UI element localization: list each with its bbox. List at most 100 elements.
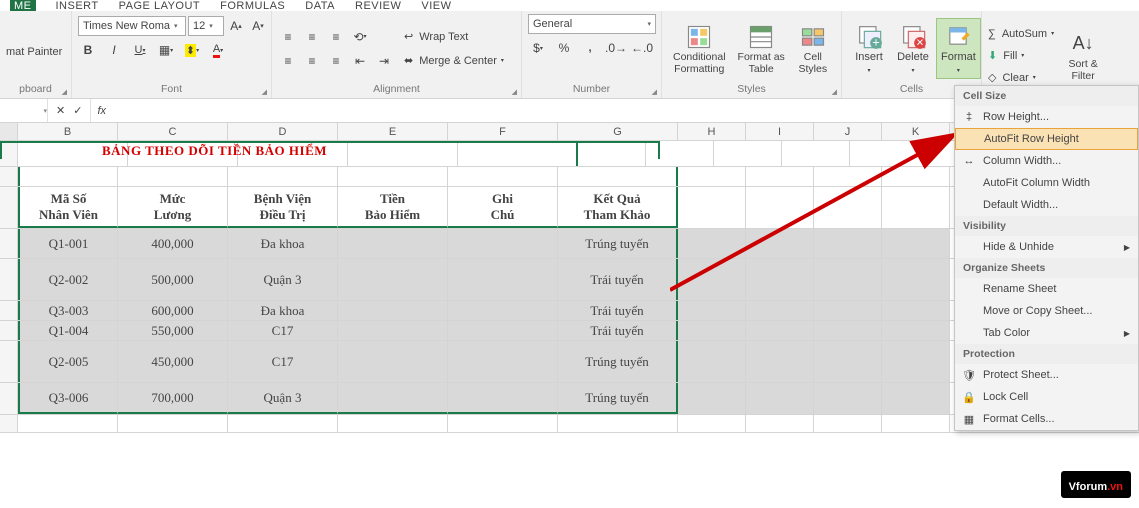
tab-view[interactable]: VIEW [421,0,451,12]
cell[interactable] [746,383,814,414]
cell[interactable]: 550,000 [118,321,228,340]
cell[interactable]: C17 [228,341,338,382]
align-right-icon[interactable]: ≡ [326,51,346,71]
delete-button[interactable]: ×Delete▾ [892,18,934,78]
currency-icon[interactable]: $ ▾ [528,38,548,58]
cell[interactable] [338,301,448,320]
cell[interactable]: 600,000 [118,301,228,320]
cell[interactable]: Q3-006 [18,383,118,414]
cell[interactable]: Đa khoa [228,229,338,258]
col-header[interactable]: H [678,123,746,140]
tab-formulas[interactable]: FORMULAS [220,0,285,12]
tab-insert[interactable]: INSERT [56,0,99,12]
cell[interactable] [814,341,882,382]
cell[interactable] [882,301,950,320]
col-header[interactable]: B [18,123,118,140]
cell[interactable]: Q2-002 [18,259,118,300]
cell[interactable] [678,321,746,340]
cell[interactable]: Mã Số Nhân Viên [18,187,118,228]
indent-dec-icon[interactable]: ⇤ [350,51,370,71]
cell[interactable]: Trái tuyến [558,301,678,320]
col-header[interactable]: E [338,123,448,140]
cell[interactable] [448,321,558,340]
cell[interactable] [678,383,746,414]
cell[interactable] [448,301,558,320]
cell[interactable] [558,167,678,186]
cell[interactable] [746,259,814,300]
tab-data[interactable]: DATA [305,0,335,12]
borders-icon[interactable]: ▦ ▾ [156,40,176,60]
cell[interactable]: Kết Quả Tham Khảo [558,187,678,228]
cell-styles-button[interactable]: Cell Styles [792,19,834,78]
cell[interactable]: Mức Lương [118,187,228,228]
underline-icon[interactable]: U ▾ [130,40,150,60]
cell[interactable]: 500,000 [118,259,228,300]
cell[interactable] [18,167,118,186]
cell[interactable] [338,167,448,186]
align-left-icon[interactable]: ≡ [278,51,298,71]
col-header[interactable]: K [882,123,950,140]
cell[interactable] [118,167,228,186]
cell[interactable] [882,341,950,382]
cell[interactable]: Q3-003 [18,301,118,320]
menu-protect-sheet[interactable]: 🛡Protect Sheet... [955,364,1138,386]
cell[interactable] [338,383,448,414]
menu-autofit-col-width[interactable]: AutoFit Column Width [955,172,1138,194]
italic-icon[interactable]: I [104,40,124,60]
col-header[interactable]: F [448,123,558,140]
cell[interactable] [882,187,950,228]
tab-review[interactable]: REVIEW [355,0,401,12]
cell[interactable]: BẢNG THEO DÕI TIỀN BẢO HIỂM [0,141,660,159]
cell[interactable]: 450,000 [118,341,228,382]
cell[interactable]: C17 [228,321,338,340]
cell[interactable] [882,259,950,300]
decrease-font-icon[interactable]: A▾ [248,16,268,36]
col-header[interactable]: D [228,123,338,140]
cell[interactable] [882,415,950,432]
cell[interactable] [338,259,448,300]
cell[interactable] [678,187,746,228]
cell[interactable] [814,415,882,432]
cell[interactable] [814,259,882,300]
cell[interactable]: Trúng tuyến [558,229,678,258]
cell[interactable] [882,383,950,414]
col-header[interactable]: G [558,123,678,140]
merge-center-button[interactable]: ⬌Merge & Center ▾ [404,51,504,71]
cell[interactable] [746,415,814,432]
percent-icon[interactable]: % [554,38,574,58]
fx-icon[interactable]: fx [91,105,112,117]
name-box[interactable]: ▾ [0,99,48,122]
cell[interactable] [814,301,882,320]
cell[interactable] [448,167,558,186]
indent-inc-icon[interactable]: ⇥ [374,51,394,71]
cell[interactable] [882,167,950,186]
cell[interactable] [118,415,228,432]
cell[interactable] [678,415,746,432]
cell[interactable]: Q2-005 [18,341,118,382]
cell[interactable]: 700,000 [118,383,228,414]
cell[interactable]: Ghi Chú [448,187,558,228]
bold-icon[interactable]: B [78,40,98,60]
cell[interactable] [338,415,448,432]
cell[interactable] [678,167,746,186]
cell[interactable]: Q1-001 [18,229,118,258]
cell[interactable] [678,341,746,382]
cell[interactable]: Trái tuyến [558,321,678,340]
cell[interactable] [714,141,782,166]
cell[interactable] [338,321,448,340]
cell[interactable] [746,229,814,258]
tab-home[interactable]: ME [10,0,36,12]
inc-decimal-icon[interactable]: .0→ [606,38,626,58]
cell[interactable]: Đa khoa [228,301,338,320]
cell[interactable]: Quận 3 [228,383,338,414]
cell[interactable] [814,321,882,340]
col-header[interactable]: I [746,123,814,140]
format-as-table-button[interactable]: Format as Table [733,19,790,78]
align-center-icon[interactable]: ≡ [302,51,322,71]
col-header[interactable]: J [814,123,882,140]
cell[interactable]: Trái tuyến [558,259,678,300]
menu-move-copy[interactable]: Move or Copy Sheet... [955,300,1138,322]
cell[interactable] [448,415,558,432]
cell[interactable] [746,341,814,382]
orientation-icon[interactable]: ⟲▾ [350,27,370,47]
